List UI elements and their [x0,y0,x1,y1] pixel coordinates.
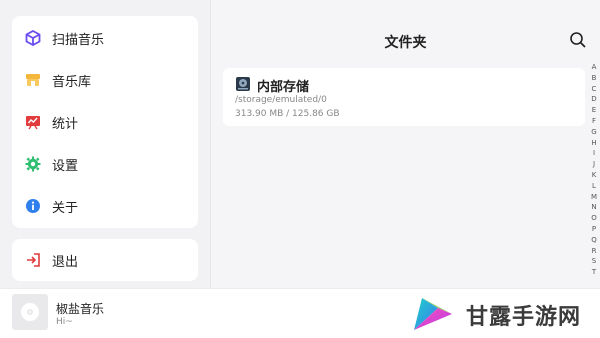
alphabet-letter-q[interactable]: Q [588,235,600,246]
alphabet-letter-m[interactable]: M [588,192,600,203]
alphabet-letter-t[interactable]: T [588,267,600,278]
alphabet-letter-h[interactable]: H [588,138,600,149]
info-icon [24,197,42,215]
stats-icon [24,113,42,131]
logout-label: 退出 [52,254,79,270]
alphabet-letter-p[interactable]: P [588,224,600,235]
alphabet-letter-r[interactable]: R [588,246,600,257]
sidebar-item-about[interactable]: 关于 [12,186,198,226]
gear-icon [24,155,42,173]
alphabet-letter-f[interactable]: F [588,116,600,127]
sidebar-menu: 扫描音乐 音乐库 统计 设置 关于 [12,16,198,228]
logout-icon [24,251,42,269]
alphabet-letter-a[interactable]: A [588,62,600,73]
alphabet-letter-d[interactable]: D [588,94,600,105]
now-playing-subtitle: Hi~ [56,317,73,327]
watermark-text: 甘露手游网 [466,305,582,330]
alphabet-letter-l[interactable]: L [588,181,600,192]
sidebar-item-settings[interactable]: 设置 [12,144,198,184]
alphabet-letter-o[interactable]: O [588,213,600,224]
album-cover[interactable] [12,294,48,330]
alphabet-letter-i[interactable]: I [588,148,600,159]
sidebar-item-library[interactable]: 音乐库 [12,60,198,100]
alphabet-letter-e[interactable]: E [588,105,600,116]
alphabet-letter-n[interactable]: N [588,202,600,213]
scan-cube-icon [24,29,42,47]
search-button[interactable] [569,31,587,49]
library-icon [24,71,42,89]
sidebar-item-label: 关于 [52,200,79,216]
storage-path: /storage/emulated/0 [235,95,327,105]
watermark-logo [408,292,458,336]
page-title: 文件夹 [384,35,427,51]
main-header: 文件夹 [211,0,600,60]
alphabet-letter-c[interactable]: C [588,84,600,95]
search-icon [570,32,586,48]
alphabet-letter-k[interactable]: K [588,170,600,181]
storage-size: 313.90 MB / 125.86 GB [235,109,340,119]
sidebar-item-label: 设置 [52,158,79,174]
disk-icon [235,76,251,92]
sidebar-item-label: 扫描音乐 [52,32,105,48]
sidebar-item-stats[interactable]: 统计 [12,102,198,142]
sidebar: 扫描音乐 音乐库 统计 设置 关于 退出 [0,0,210,288]
logout-button[interactable]: 退出 [12,239,198,281]
alphabet-letter-s[interactable]: S [588,256,600,267]
storage-name: 内部存储 [257,80,310,95]
sidebar-item-scan-music[interactable]: 扫描音乐 [12,18,198,58]
storage-folder-item[interactable]: 内部存储 /storage/emulated/0 313.90 MB / 125… [223,68,585,126]
alphabet-letter-j[interactable]: J [588,159,600,170]
alphabet-letter-b[interactable]: B [588,73,600,84]
main-panel: 文件夹 内部存储 /storage/emulated/0 313.90 MB /… [211,0,600,288]
disc-icon [21,303,39,321]
alphabet-index[interactable]: ABCDEFGHIJKLMNOPQRST [588,62,600,278]
sidebar-item-label: 统计 [52,116,79,132]
sidebar-item-label: 音乐库 [52,74,92,90]
alphabet-letter-g[interactable]: G [588,127,600,138]
now-playing-title: 椒盐音乐 [56,302,105,316]
